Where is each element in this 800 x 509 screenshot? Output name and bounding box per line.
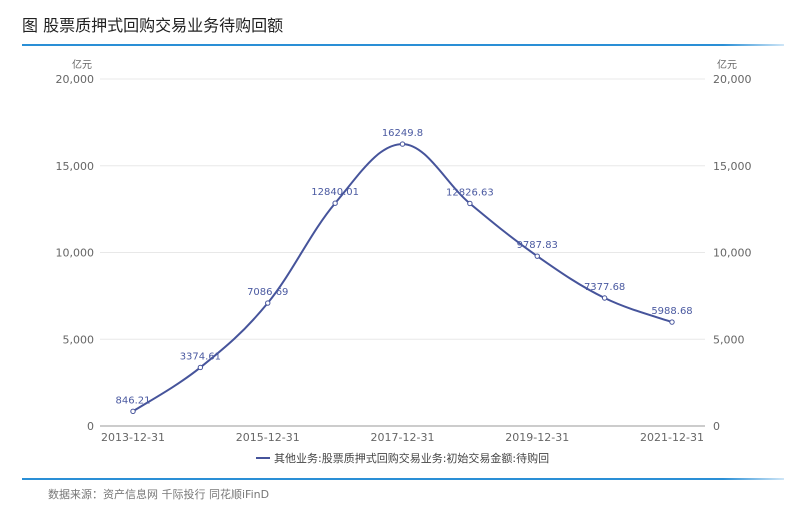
y-tick-label-left: 20,000 xyxy=(56,73,95,86)
legend: 其他业务:股票质押式回购交易业务:初始交易金额:待购回 xyxy=(256,451,549,465)
data-point xyxy=(130,408,136,415)
y-tick-label-right: 5,000 xyxy=(713,333,745,346)
y-tick-label-right: 20,000 xyxy=(713,73,752,86)
series-line xyxy=(132,143,673,413)
x-tick-label: 2017-12-31 xyxy=(371,431,435,444)
axes: 0 0 5,000 5,000 10,000 10,000 15,000 15,000 20,0… xyxy=(56,58,752,444)
data-point xyxy=(265,300,271,306)
data-label: 12840.01 xyxy=(311,187,359,198)
legend-label: 其他业务:股票质押式回购交易业务:初始交易金额:待购回 xyxy=(274,451,549,465)
x-tick-label: 2019-12-31 xyxy=(505,431,569,444)
x-tick-label: 2013-12-31 xyxy=(101,431,165,444)
data-label: 7377.68 xyxy=(584,282,625,293)
x-tick-label: 2015-12-31 xyxy=(236,431,300,444)
data-point xyxy=(197,364,204,371)
data-label: 7086.69 xyxy=(247,287,288,298)
y-tick-label-left: 15,000 xyxy=(56,160,95,173)
y-tick-label-right: 15,000 xyxy=(713,160,752,173)
y-tick-label-left: 10,000 xyxy=(56,247,95,260)
data-point xyxy=(534,253,540,259)
x-tick-label: 2021-12-31 xyxy=(640,431,704,444)
bottom-divider xyxy=(22,478,784,480)
y-tick-label-left: 0 xyxy=(87,420,94,433)
y-unit-right: 亿元 xyxy=(717,58,737,71)
data-label: 846.21 xyxy=(116,395,151,406)
y-tick-label-right: 0 xyxy=(713,420,720,433)
y-tick-label-right: 10,000 xyxy=(713,247,752,260)
data-point xyxy=(399,141,406,147)
y-unit-left: 亿元 xyxy=(72,58,92,71)
data-point xyxy=(467,200,473,207)
data-label: 12826.63 xyxy=(446,187,494,198)
data-label: 3374.61 xyxy=(180,351,221,362)
data-point xyxy=(601,295,608,301)
data-labels: 846.21 3374.61 7086.69 12840.01 16249.8 12826… xyxy=(116,128,693,406)
y-tick-label-left: 5,000 xyxy=(63,333,95,346)
data-label: 16249.8 xyxy=(382,128,423,139)
series xyxy=(130,141,675,415)
data-label: 9787.83 xyxy=(517,240,558,251)
data-point xyxy=(332,200,338,206)
data-label: 5988.68 xyxy=(651,306,692,317)
data-source-note: 数据来源：资产信息网 千际投行 同花顺iFinD xyxy=(48,488,270,501)
data-point xyxy=(669,319,675,325)
line-chart: 0 0 5,000 5,000 10,000 10,000 15,000 15,000 20,0… xyxy=(56,58,752,465)
